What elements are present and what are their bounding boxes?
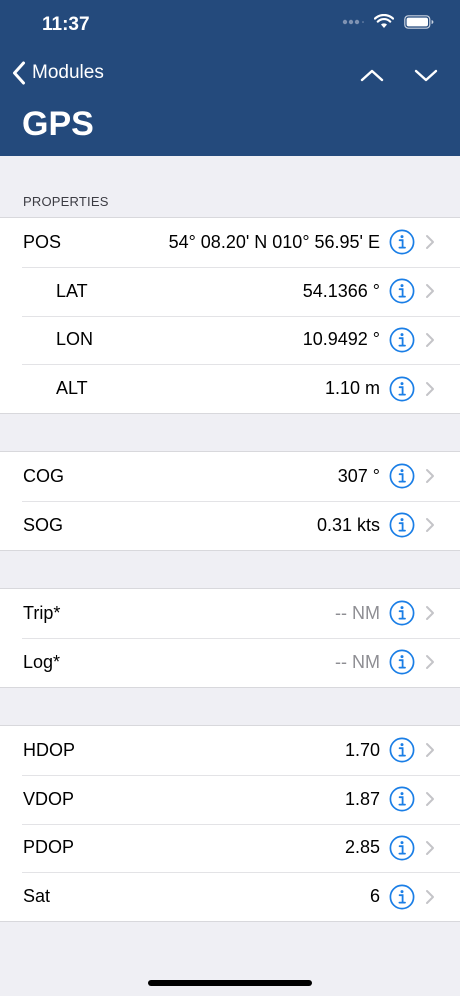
info-icon[interactable]: [389, 278, 415, 304]
row-label: COG: [23, 465, 65, 486]
row-label: Log*: [23, 651, 61, 672]
row-label: VDOP: [23, 788, 75, 809]
chevron-right-icon: [425, 517, 435, 533]
row-label: PDOP: [23, 837, 75, 858]
chevron-right-icon: [425, 791, 435, 807]
row-value: 307 °: [337, 465, 380, 486]
chevron-right-icon: [425, 889, 435, 905]
battery-icon: [404, 14, 434, 29]
info-icon[interactable]: [389, 512, 415, 538]
info-icon[interactable]: [389, 600, 415, 626]
info-icon[interactable]: [389, 327, 415, 353]
list-row-sat[interactable]: Sat 6: [0, 872, 460, 921]
page-title: GPS: [22, 105, 94, 143]
chevron-right-icon: [425, 654, 435, 670]
row-value: 1.10 m: [324, 378, 380, 399]
row-value: 1.70: [344, 739, 380, 760]
info-icon[interactable]: [389, 737, 415, 763]
info-icon[interactable]: [389, 786, 415, 812]
info-icon[interactable]: [389, 835, 415, 861]
chevron-right-icon: [425, 283, 435, 299]
row-value: -- NM: [335, 602, 380, 623]
row-value: -- NM: [335, 651, 380, 672]
info-icon[interactable]: [389, 884, 415, 910]
signal-icon: [342, 19, 364, 24]
row-value: 6: [369, 886, 380, 907]
precision-group: HDOP 1.70 VDOP 1.87 PDOP 2.85 Sat 6: [0, 725, 460, 922]
row-label: Sat: [23, 886, 51, 907]
chevron-right-icon: [425, 468, 435, 484]
row-value: 10.9492 °: [302, 329, 380, 350]
row-label: LAT: [56, 280, 88, 301]
info-icon[interactable]: [389, 649, 415, 675]
row-value: 54° 08.20' N 010° 56.95' E: [168, 231, 380, 252]
course-group: COG 307 ° SOG 0.31 kts: [0, 451, 460, 551]
row-label: LON: [56, 329, 94, 350]
info-icon[interactable]: [389, 229, 415, 255]
status-time: 11:37: [42, 14, 90, 35]
list-row-pdop[interactable]: PDOP 2.85: [0, 823, 460, 873]
list-row-hdop[interactable]: HDOP 1.70: [0, 726, 460, 775]
list-row-pos[interactable]: POS 54° 08.20' N 010° 56.95' E: [0, 218, 460, 267]
list-row-sog[interactable]: SOG 0.31 kts: [0, 500, 460, 550]
chevron-right-icon: [425, 742, 435, 758]
row-label: POS: [23, 231, 62, 252]
row-value: 54.1366 °: [302, 280, 380, 301]
list-row-alt[interactable]: ALT 1.10 m: [0, 364, 460, 413]
back-button-label: Modules: [32, 62, 104, 83]
row-label: SOG: [23, 514, 64, 535]
chevron-down-icon[interactable]: [412, 63, 440, 87]
chevron-up-icon[interactable]: [358, 63, 386, 87]
back-button[interactable]: Modules: [12, 61, 104, 85]
row-value: 0.31 kts: [316, 514, 380, 535]
info-icon[interactable]: [389, 463, 415, 489]
chevron-right-icon: [425, 381, 435, 397]
navigation-header: 11:37 Modules GPS: [0, 0, 460, 156]
list-row-lon[interactable]: LON 10.9492 °: [0, 315, 460, 365]
list-row-cog[interactable]: COG 307 °: [0, 452, 460, 501]
row-label: ALT: [56, 378, 88, 399]
home-indicator: [148, 980, 312, 986]
chevron-right-icon: [425, 332, 435, 348]
nav-row: Modules: [0, 55, 460, 95]
list-row-lat[interactable]: LAT 54.1366 °: [0, 266, 460, 316]
status-bar: 11:37: [0, 0, 460, 50]
properties-group: POS 54° 08.20' N 010° 56.95' E LAT 54.1366 …: [0, 217, 460, 414]
row-label: Trip*: [23, 602, 61, 623]
wifi-icon: [374, 14, 394, 28]
row-value: 2.85: [344, 837, 380, 858]
row-value: 1.87: [344, 788, 380, 809]
list-row-vdop[interactable]: VDOP 1.87: [0, 774, 460, 824]
section-header-properties: PROPERTIES: [23, 194, 109, 209]
chevron-right-icon: [425, 840, 435, 856]
row-label: HDOP: [23, 739, 76, 760]
list-row-log[interactable]: Log* -- NM: [0, 637, 460, 687]
distance-group: Trip* -- NM Log* -- NM: [0, 588, 460, 688]
chevron-left-icon: [13, 61, 25, 85]
status-icons: [342, 14, 434, 29]
chevron-right-icon: [425, 234, 435, 250]
chevron-right-icon: [425, 605, 435, 621]
info-icon[interactable]: [389, 376, 415, 402]
list-row-trip[interactable]: Trip* -- NM: [0, 589, 460, 638]
